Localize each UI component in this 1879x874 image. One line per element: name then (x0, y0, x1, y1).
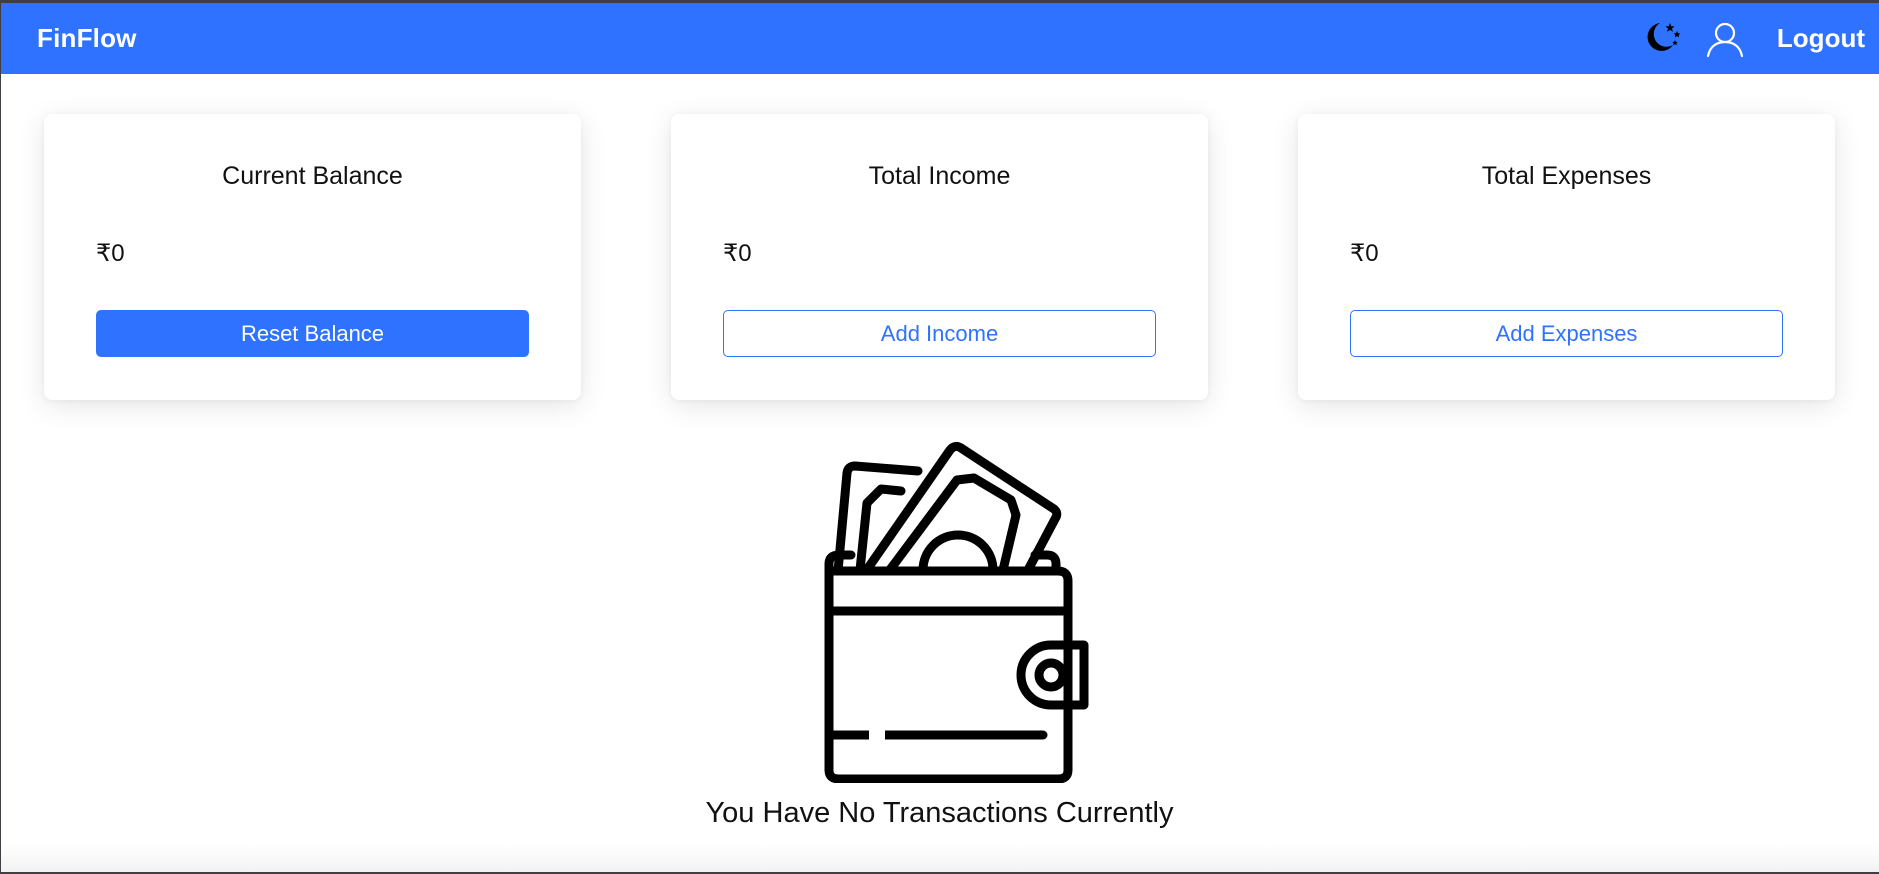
wallet-icon (824, 441, 1089, 783)
card-total-expenses: Total Expenses ₹0 Add Expenses (1298, 114, 1835, 400)
reset-balance-button[interactable]: Reset Balance (96, 310, 529, 357)
logout-button[interactable]: Logout (1777, 23, 1879, 54)
empty-transactions-state: You Have No Transactions Currently (1, 433, 1879, 874)
card-title: Current Balance (222, 162, 403, 190)
expenses-value: ₹0 (1350, 240, 1379, 267)
app-window: FinFlow Logout Current Balance ₹0 Reset … (0, 0, 1879, 874)
brand-logo[interactable]: FinFlow (37, 23, 137, 54)
income-value: ₹0 (723, 240, 752, 267)
card-title: Total Income (868, 162, 1011, 190)
add-expenses-button[interactable]: Add Expenses (1350, 310, 1783, 357)
empty-state-message: You Have No Transactions Currently (705, 797, 1174, 829)
card-title: Total Expenses (1481, 162, 1652, 190)
balance-value: ₹0 (96, 240, 125, 267)
card-total-income: Total Income ₹0 Add Income (671, 114, 1208, 400)
moon-stars-icon[interactable] (1637, 15, 1685, 63)
navbar: FinFlow Logout (1, 3, 1879, 74)
card-current-balance: Current Balance ₹0 Reset Balance (44, 114, 581, 400)
add-income-button[interactable]: Add Income (723, 310, 1156, 357)
user-icon[interactable] (1701, 15, 1749, 63)
bottom-shadow (1, 844, 1879, 874)
navbar-actions: Logout (1637, 3, 1879, 74)
